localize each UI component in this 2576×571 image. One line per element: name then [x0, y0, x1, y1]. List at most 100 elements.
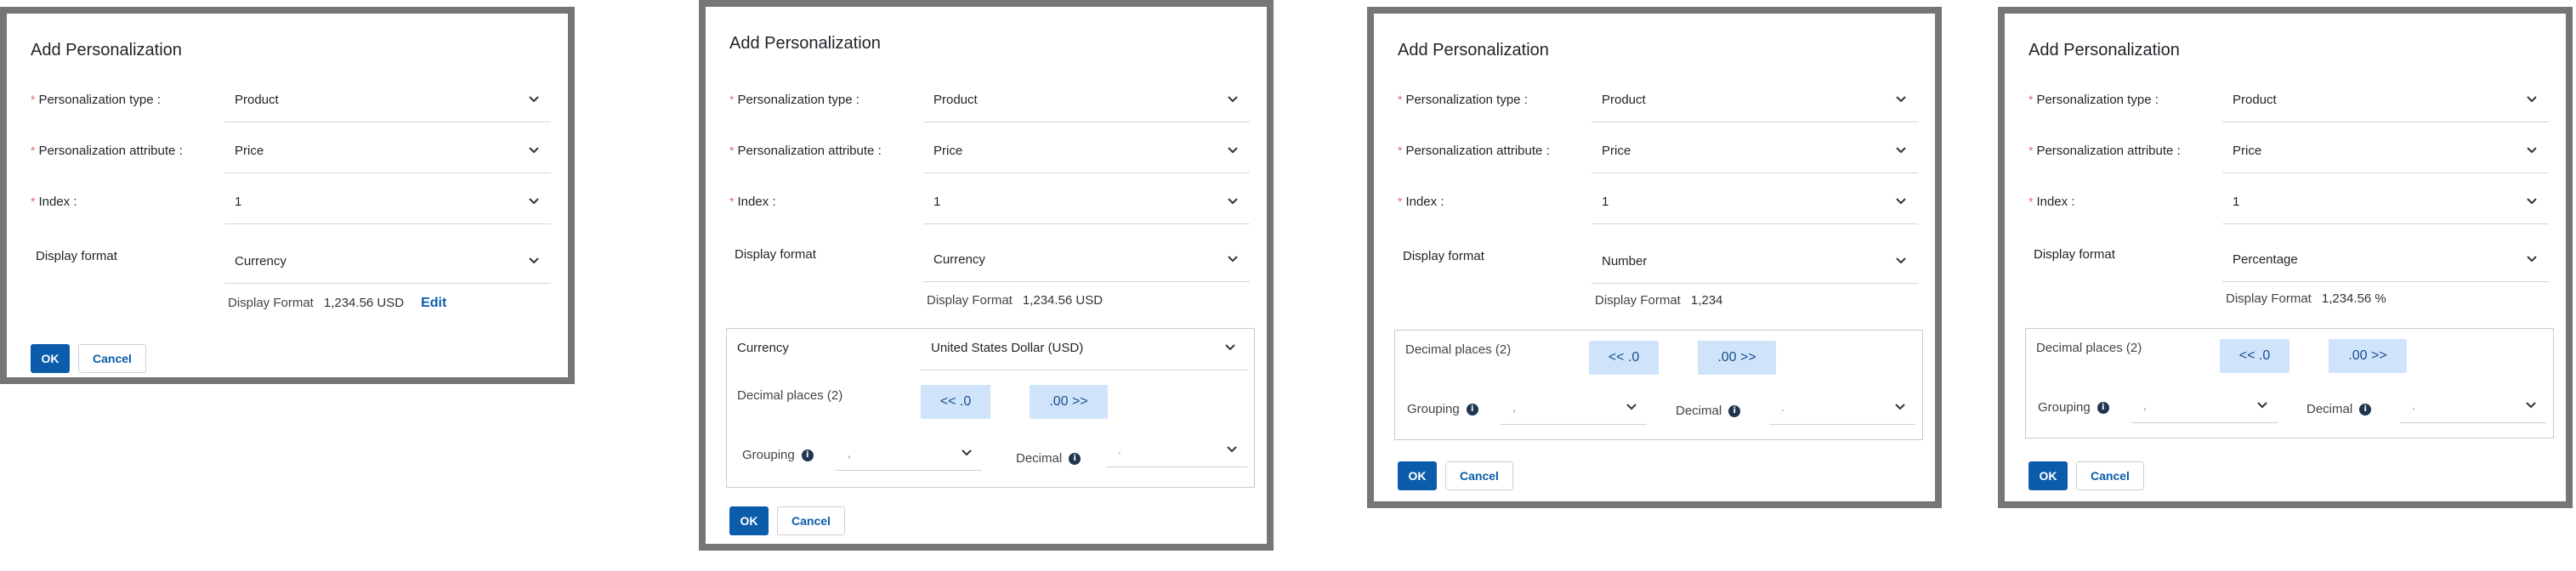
colon: : [1523, 93, 1528, 107]
required-marker: * [729, 93, 735, 106]
personalization-attribute-select[interactable]: Price [923, 132, 1250, 173]
cancel-button[interactable]: Cancel [78, 344, 146, 373]
personalization-attribute-row: * Personalization attribute : Price [7, 132, 568, 174]
dialog-title: Add Personalization [2028, 41, 2180, 59]
info-icon[interactable]: i [2359, 404, 2372, 416]
decimal-places-label: Decimal places (2) [1405, 342, 1512, 357]
decrease-decimals-button[interactable]: << .0 [921, 385, 990, 419]
decimal-select[interactable]: . [2400, 392, 2546, 423]
decimal-label: Decimal i [1016, 451, 1081, 466]
index-row: * Index : 1 [706, 183, 1267, 225]
chevron-down-icon [529, 147, 539, 154]
index-select[interactable]: 1 [923, 183, 1250, 224]
personalization-attribute-select[interactable]: Price [1592, 132, 1918, 173]
personalization-type-value: Product [2233, 93, 2277, 107]
chevron-down-icon [529, 198, 539, 205]
display-format-select[interactable]: Currency [224, 242, 551, 284]
required-marker: * [2028, 93, 2034, 106]
chevron-down-icon [1225, 344, 1235, 351]
index-label: Index [1405, 195, 1438, 209]
info-icon[interactable]: i [1728, 405, 1741, 418]
display-format-value: Currency [933, 252, 985, 267]
currency-select[interactable]: United States Dollar (USD) [921, 329, 1247, 370]
decrease-decimals-button[interactable]: << .0 [1589, 341, 1659, 375]
add-personalization-dialog-2: Add Personalization * Personalization typ… [706, 7, 1267, 544]
personalization-attribute-value: Price [1602, 144, 1631, 158]
personalization-type-row: * Personalization type : Product [7, 81, 568, 123]
personalization-type-value: Product [933, 93, 978, 107]
chevron-down-icon [2527, 147, 2537, 154]
chevron-down-icon [529, 257, 539, 264]
ok-button[interactable]: OK [729, 506, 769, 535]
chevron-down-icon [1895, 404, 1905, 410]
personalization-attribute-row: * Personalization attribute : Price [1374, 132, 1935, 174]
chevron-down-icon [1896, 198, 1906, 205]
cancel-button[interactable]: Cancel [2076, 461, 2144, 490]
ok-button[interactable]: OK [1398, 461, 1437, 490]
required-marker: * [729, 195, 735, 208]
ok-button[interactable]: OK [2028, 461, 2068, 490]
colon: : [1440, 195, 1444, 209]
decimal-select[interactable]: . [1106, 436, 1247, 467]
chevron-down-icon [1228, 256, 1238, 263]
index-select[interactable]: 1 [224, 183, 551, 224]
personalization-type-row: * Personalization type : Product [2005, 81, 2566, 123]
grouping-select[interactable]: , [836, 439, 982, 471]
increase-decimals-button[interactable]: .00 >> [1698, 341, 1776, 375]
cancel-button[interactable]: Cancel [777, 506, 845, 535]
grouping-select[interactable]: , [1501, 393, 1647, 425]
display-format-preview-value: 1,234.56 USD [323, 296, 405, 310]
display-format-preview: Display Format 1,234.56 USD Edit [228, 296, 446, 311]
display-format-select[interactable]: Percentage [2222, 240, 2549, 282]
required-marker: * [1398, 195, 1403, 208]
edit-link[interactable]: Edit [421, 296, 446, 310]
chevron-down-icon [1228, 147, 1238, 154]
colon: : [855, 93, 860, 107]
dialog-frame-4: Add Personalization * Personalization typ… [1998, 7, 2573, 508]
ok-button[interactable]: OK [31, 344, 70, 373]
index-value: 1 [2233, 195, 2240, 209]
cancel-button[interactable]: Cancel [1445, 461, 1513, 490]
personalization-type-select[interactable]: Product [923, 81, 1250, 122]
required-marker: * [31, 93, 36, 106]
grouping-value: , [1512, 400, 1516, 414]
personalization-type-label: Personalization type [1405, 93, 1521, 107]
increase-decimals-button[interactable]: .00 >> [1030, 385, 1108, 419]
decimal-label-text: Decimal [1676, 404, 1722, 418]
index-select[interactable]: 1 [1592, 183, 1918, 224]
grouping-select[interactable]: , [2131, 392, 2278, 423]
personalization-attribute-select[interactable]: Price [224, 132, 551, 173]
decimal-places-label: Decimal places (2) [2036, 341, 2142, 355]
display-format-select[interactable]: Currency [923, 240, 1250, 282]
personalization-type-label: Personalization type [2036, 93, 2152, 107]
decrease-decimals-button[interactable]: << .0 [2220, 339, 2289, 373]
info-icon[interactable]: i [1466, 404, 1478, 416]
personalization-attribute-row: * Personalization attribute : Price [706, 132, 1267, 174]
chevron-down-icon [1626, 404, 1637, 410]
display-format-label: Display format [735, 247, 816, 262]
personalization-type-select[interactable]: Product [1592, 81, 1918, 122]
display-format-row: Display format Number [1374, 234, 1935, 284]
dialog-frame-3: Add Personalization * Personalization typ… [1367, 7, 1942, 508]
index-value: 1 [1602, 195, 1609, 209]
format-options-box: Currency United States Dollar (USD) Deci… [726, 328, 1255, 488]
personalization-type-select[interactable]: Product [224, 81, 551, 122]
personalization-attribute-select[interactable]: Price [2222, 132, 2549, 173]
decimal-value: . [1781, 400, 1784, 414]
personalization-attribute-value: Price [933, 144, 963, 158]
info-icon[interactable]: i [801, 449, 814, 462]
personalization-attribute-label: Personalization attribute [1405, 144, 1543, 158]
personalization-type-select[interactable]: Product [2222, 81, 2549, 122]
decimal-value: . [2412, 399, 2415, 412]
index-select[interactable]: 1 [2222, 183, 2549, 224]
chevron-down-icon [1896, 257, 1906, 264]
display-format-select[interactable]: Number [1592, 242, 1918, 284]
personalization-type-value: Product [1602, 93, 1646, 107]
grouping-label: Grouping i [1407, 402, 1478, 416]
info-icon[interactable]: i [2097, 402, 2109, 415]
decimal-select[interactable]: . [1769, 393, 1915, 425]
dialog-frame-2: Add Personalization * Personalization typ… [699, 0, 1274, 551]
info-icon[interactable]: i [1069, 453, 1081, 466]
chevron-down-icon [1228, 198, 1238, 205]
increase-decimals-button[interactable]: .00 >> [2329, 339, 2407, 373]
